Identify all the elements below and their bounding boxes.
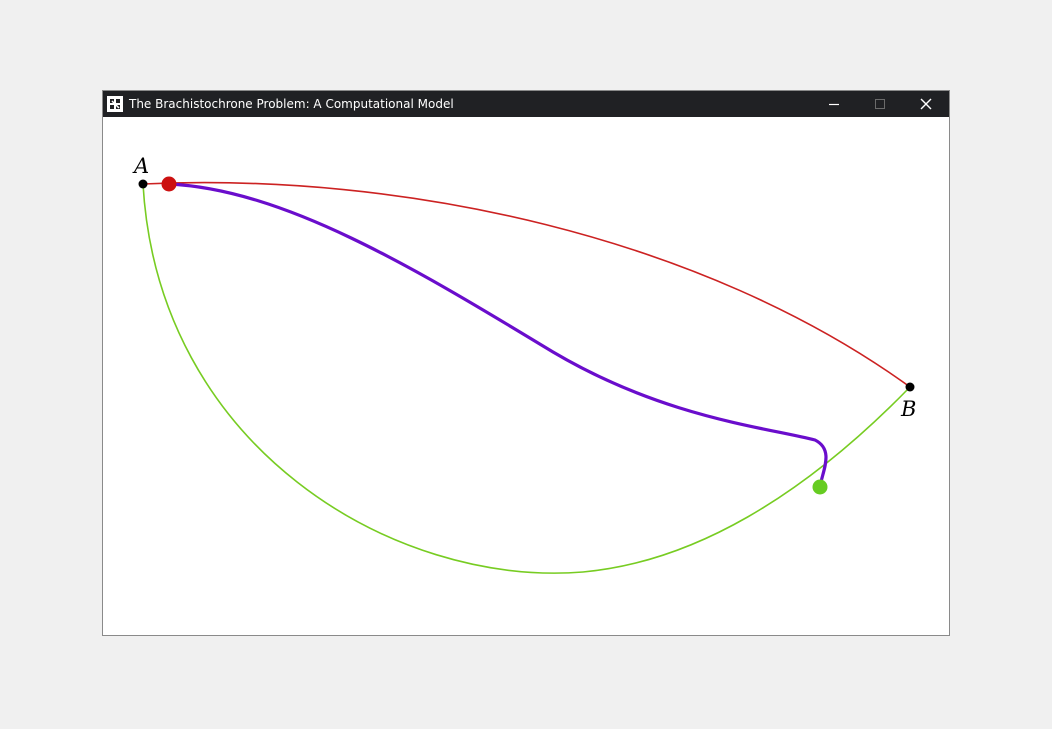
title-bar[interactable]: The Brachistochrone Problem: A Computati… — [103, 91, 949, 117]
red-bead-marker[interactable] — [161, 176, 177, 192]
purple-curve — [166, 182, 828, 489]
minimize-button[interactable] — [811, 91, 857, 117]
app-icon — [107, 96, 123, 112]
close-icon — [920, 98, 932, 110]
close-button[interactable] — [903, 91, 949, 117]
point-b-label: B — [900, 397, 916, 421]
maximize-icon — [875, 99, 885, 109]
point-a-label: A — [132, 154, 149, 178]
simulation-canvas: A B — [132, 154, 916, 574]
point-a-marker — [138, 179, 148, 189]
green-curve — [142, 183, 911, 574]
green-bead-marker[interactable] — [812, 479, 828, 495]
window-title: The Brachistochrone Problem: A Computati… — [129, 97, 454, 111]
maximize-button[interactable] — [857, 91, 903, 117]
minimize-icon — [829, 103, 839, 106]
app-window: The Brachistochrone Problem: A Computati… — [102, 90, 950, 636]
red-curve — [142, 181, 911, 388]
point-b-marker — [905, 382, 915, 392]
